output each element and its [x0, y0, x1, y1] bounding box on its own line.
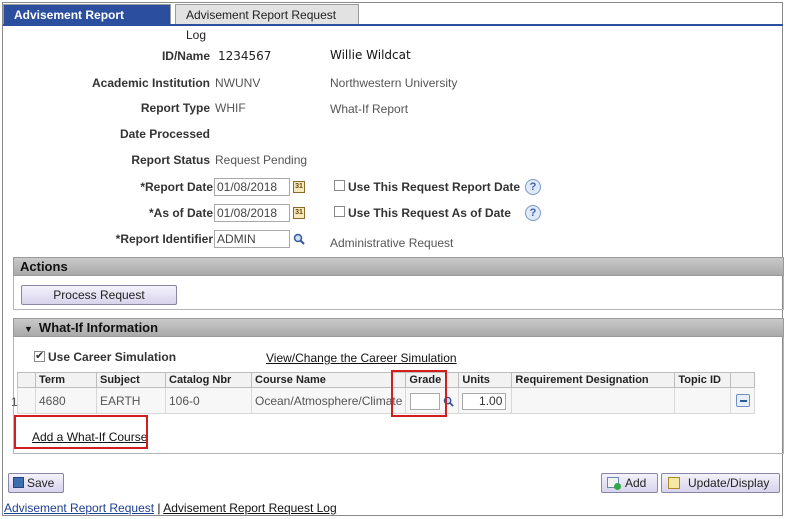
whatif-header[interactable]: ▼ What-If Information: [13, 318, 784, 337]
add-label: Add: [625, 476, 647, 490]
tab-advisement-report-request-log[interactable]: Advisement Report Request Log: [175, 4, 359, 42]
actions-header: Actions: [13, 257, 784, 276]
save-button[interactable]: Save: [8, 473, 64, 493]
lookup-icon[interactable]: [293, 233, 305, 245]
report-identifier-input[interactable]: ADMIN: [214, 230, 290, 248]
institution-name: Northwestern University: [330, 76, 458, 90]
term-cell: 4680: [35, 387, 97, 414]
report-status-value: Request Pending: [215, 153, 308, 167]
report-identifier-label: *Report Identifier: [115, 232, 213, 246]
add-button[interactable]: Add: [601, 473, 658, 493]
help-icon[interactable]: ?: [525, 179, 541, 195]
report-status-label: Report Status: [131, 153, 210, 167]
use-career-simulation-label: Use Career Simulation: [48, 350, 177, 364]
as-of-date-input[interactable]: 01/08/2018: [214, 204, 290, 222]
id-value: 1234567: [218, 49, 272, 63]
course-name-cell: Ocean/Atmosphere/Climate: [250, 387, 407, 414]
column-header-term: Term: [35, 372, 97, 388]
update-icon: [668, 477, 680, 489]
catalog-cell: 106-0: [165, 387, 252, 414]
date-processed-label: Date Processed: [119, 127, 210, 141]
use-request-as-of-date-checkbox[interactable]: [334, 206, 345, 217]
process-request-button[interactable]: Process Request: [21, 285, 177, 305]
footer-separator: |: [157, 501, 161, 515]
delete-row-icon[interactable]: [736, 394, 751, 407]
grid-header-row: Term Subject Catalog Nbr Course Name Gra…: [17, 372, 756, 388]
row-num-header: [17, 372, 36, 388]
view-change-career-simulation-link[interactable]: View/Change the Career Simulation: [266, 351, 457, 365]
whatif-header-title: What-If Information: [38, 320, 159, 335]
column-header-requirement-designation: Requirement Designation: [511, 372, 676, 388]
report-type-label: Report Type: [140, 101, 210, 115]
use-request-report-date-checkbox[interactable]: [334, 180, 345, 191]
report-date-input[interactable]: 01/08/2018: [214, 178, 290, 196]
report-date-label: *Report Date: [140, 180, 213, 194]
report-identifier-desc: Administrative Request: [330, 236, 454, 250]
column-header-course-name: Course Name: [250, 372, 407, 388]
collapse-icon[interactable]: ▼: [24, 324, 33, 334]
delete-column-header: [730, 372, 756, 388]
update-label: Update/Display: [688, 476, 770, 490]
help-icon[interactable]: ?: [525, 205, 541, 221]
requirement-designation-cell: [511, 387, 676, 414]
institution-code: NWUNV: [215, 76, 261, 90]
add-icon: [607, 477, 621, 490]
column-header-catalog: Catalog Nbr: [165, 372, 252, 388]
save-icon: [13, 477, 24, 488]
footer-link-advisement-report-request-log[interactable]: Advisement Report Request Log: [163, 501, 336, 515]
use-request-report-date-label: Use This Request Report Date: [348, 180, 521, 194]
subject-cell: EARTH: [96, 387, 166, 414]
calendar-icon[interactable]: 31: [293, 181, 305, 193]
tab-advisement-report-request[interactable]: Advisement Report Request: [3, 4, 171, 42]
units-cell: 1.00: [458, 387, 513, 414]
report-type-name: What-If Report: [330, 102, 409, 116]
topic-id-cell: [674, 387, 732, 414]
update-display-button[interactable]: Update/Display: [661, 473, 780, 493]
footer-nav: Advisement Report Request | Advisement R…: [4, 501, 337, 515]
whatif-course-grid: Term Subject Catalog Nbr Course Name Gra…: [11, 372, 756, 414]
save-label: Save: [27, 476, 55, 490]
column-header-units: Units: [458, 372, 513, 388]
use-career-simulation-checkbox[interactable]: [34, 349, 45, 362]
institution-label: Academic Institution: [91, 76, 210, 90]
table-row: 1 4680 EARTH 106-0 Ocean/Atmosphere/Clim…: [11, 387, 756, 414]
column-header-topic-id: Topic ID: [674, 372, 732, 388]
add-course-highlight-box: [14, 415, 148, 449]
delete-cell: [730, 387, 756, 414]
units-input[interactable]: 1.00: [462, 393, 507, 410]
grade-highlight-box: [391, 370, 447, 417]
row-number: 1: [11, 387, 36, 414]
footer-link-advisement-report-request[interactable]: Advisement Report Request: [4, 501, 154, 515]
as-of-date-label: *As of Date: [148, 206, 213, 220]
use-request-as-of-date-label: Use This Request As of Date: [348, 206, 511, 220]
id-name-label: ID/Name: [161, 49, 210, 63]
report-type-code: WHIF: [215, 101, 246, 115]
tab-underline: [3, 24, 783, 26]
column-header-subject: Subject: [96, 372, 166, 388]
calendar-icon[interactable]: 31: [293, 207, 305, 219]
student-name: Willie Wildcat: [330, 48, 411, 62]
